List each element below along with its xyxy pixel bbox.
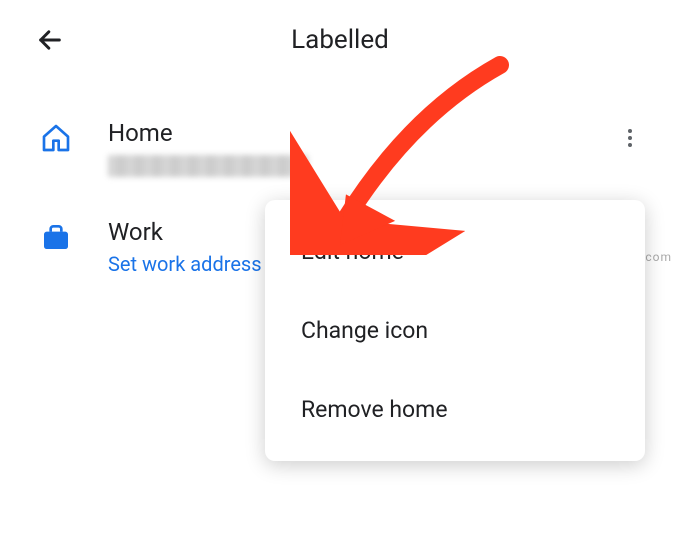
arrow-left-icon [36,26,64,54]
home-icon [40,122,72,154]
menu-remove-home[interactable]: Remove home [265,370,645,449]
context-menu: Edit home Change icon Remove home [265,200,645,461]
page-title: Labelled [291,25,389,55]
more-vert-icon [618,126,642,150]
work-icon [40,221,72,253]
list-item-home[interactable]: Home [0,100,680,199]
item-content: Home [108,118,640,177]
back-button[interactable] [30,20,70,60]
more-button-home[interactable] [610,118,650,158]
header: Labelled [0,0,680,80]
item-label: Home [108,118,640,149]
menu-edit-home[interactable]: Edit home [265,212,645,291]
home-address-redacted [108,155,308,177]
menu-change-icon[interactable]: Change icon [265,291,645,370]
